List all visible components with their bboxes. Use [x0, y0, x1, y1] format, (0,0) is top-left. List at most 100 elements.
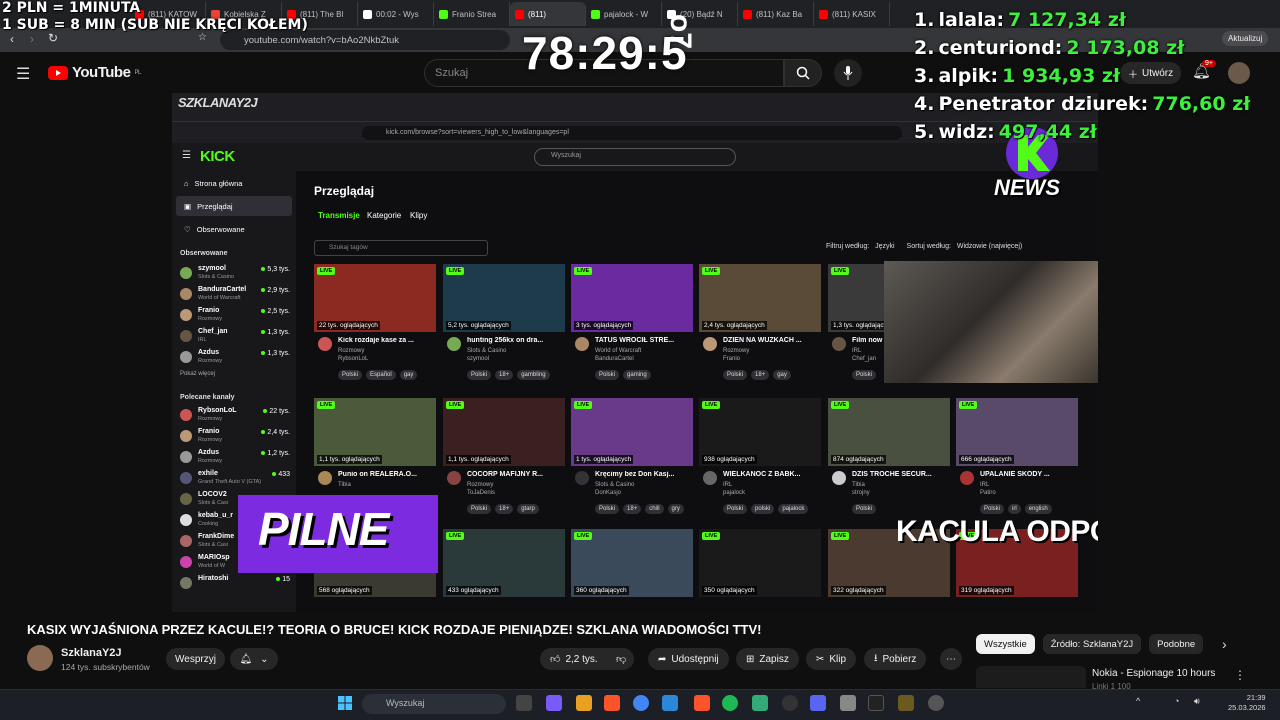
sidebar-channel[interactable]: Hiratoshi 15	[180, 575, 290, 595]
stream-title[interactable]: DZIŚ TROCHE SECUR...	[852, 471, 948, 478]
file-explorer-icon[interactable]	[576, 695, 592, 711]
browser-tab[interactable]: pajalock - W	[586, 2, 662, 26]
stream-title[interactable]: Kręcimy bez Don Kasj...	[595, 471, 691, 478]
chip-all[interactable]: Wszystkie	[976, 634, 1035, 654]
browser-tab[interactable]: 00:02 - Wys	[358, 2, 434, 26]
sidebar-channel[interactable]: Franio Rozmowy 2,5 tys.	[180, 307, 290, 327]
stream-card[interactable]: LIVE 350 oglądających	[699, 529, 821, 597]
stream-card[interactable]: LIVE 666 oglądających UPALANIE SKODY ... IR…	[956, 398, 1078, 514]
sidebar-channel[interactable]: Chef_jan IRL 1,3 tys.	[180, 328, 290, 348]
brave-beta-icon[interactable]	[694, 695, 710, 711]
youtube-logo[interactable]: YouTube PL	[48, 64, 141, 81]
discord-icon[interactable]	[810, 695, 826, 711]
stream-title[interactable]: WIELKANOC Z BABK...	[723, 471, 819, 478]
voice-search-button[interactable]	[834, 59, 862, 87]
calculator-icon[interactable]	[840, 695, 856, 711]
stream-thumbnail[interactable]: LIVE 360 oglądających	[571, 529, 693, 597]
stream-card[interactable]: LIVE 938 oglądających WIELKANOC Z BABK... I…	[699, 398, 821, 514]
stream-title[interactable]: TATUŚ WRÓCIŁ STRE...	[595, 337, 691, 344]
streamer-avatar[interactable]	[832, 471, 846, 485]
streamer-avatar[interactable]	[960, 471, 974, 485]
kick-menu-icon[interactable]: ☰	[182, 150, 191, 161]
tag-chip[interactable]: Polski	[467, 370, 492, 380]
copilot-icon[interactable]	[546, 695, 562, 711]
settings-icon[interactable]	[928, 695, 944, 711]
tag-chip[interactable]: Polski	[595, 370, 620, 380]
system-clock[interactable]: 21:39 25.03.2026	[1228, 693, 1266, 713]
streamer-avatar[interactable]	[447, 471, 461, 485]
tag-chip[interactable]: irl	[1008, 504, 1021, 514]
nav-following[interactable]: ♡ Obserwowane	[176, 219, 292, 239]
tag-chip[interactable]: gambling	[517, 370, 550, 380]
stream-thumbnail[interactable]: LIVE 22 tys. oglądających	[314, 264, 436, 332]
tag-chip[interactable]: Polski	[980, 504, 1005, 514]
tag-chip[interactable]: Polski	[338, 370, 363, 380]
more-actions-button[interactable]: ⋯	[940, 648, 962, 670]
obs-icon[interactable]	[782, 695, 798, 711]
stream-card[interactable]: LIVE 22 tys. oglądających Kick rozdaje kas…	[314, 264, 436, 380]
recommended-title[interactable]: Nokia - Espionage 10 hours	[1092, 668, 1215, 679]
wifi-icon[interactable]: ◔	[1174, 696, 1179, 706]
support-button[interactable]: Wesprzyj	[166, 648, 225, 670]
stream-thumbnail[interactable]: LIVE 1,1 tys. oglądających	[443, 398, 565, 466]
tag-chip[interactable]: polski	[751, 504, 775, 514]
stream-thumbnail[interactable]: LIVE 1,1 tys. oglądających	[314, 398, 436, 466]
stream-thumbnail[interactable]: LIVE 874 oglądających	[828, 398, 950, 466]
streamer-avatar[interactable]	[318, 337, 332, 351]
tag-chip[interactable]: Polski	[852, 370, 877, 380]
clip-button[interactable]: ✂ Klip	[806, 648, 857, 670]
stream-thumbnail[interactable]: LIVE 350 oglądających	[699, 529, 821, 597]
search-button[interactable]	[784, 59, 822, 87]
spotify-icon[interactable]	[722, 695, 738, 711]
tag-chip[interactable]: chill	[645, 504, 664, 514]
stream-title[interactable]: UPALANIE SKODY ...	[980, 471, 1076, 478]
stream-title[interactable]: hunting 256kx on dra...	[467, 337, 563, 344]
share-button[interactable]: ➦ Udostępnij	[648, 648, 729, 670]
tag-chip[interactable]: 18+	[751, 370, 770, 380]
chrome-icon[interactable]	[633, 695, 649, 711]
sidebar-channel[interactable]: BanduraCartel World of Warcraft 2,9 tys.	[180, 286, 290, 306]
streamer-avatar[interactable]	[703, 337, 717, 351]
channel-avatar[interactable]	[27, 645, 53, 671]
tab-streams[interactable]: Transmisje	[318, 211, 360, 220]
stream-title[interactable]: Punio on REALERA.O...	[338, 471, 434, 478]
tag-chip[interactable]: gay	[773, 370, 791, 380]
app-icon[interactable]	[868, 695, 884, 711]
sidebar-channel[interactable]: RybsonLoL Rozmowy 22 tys.	[180, 407, 290, 427]
stream-card[interactable]: LIVE 874 oglądających DZIŚ TROCHE SECUR...…	[828, 398, 950, 514]
stream-card[interactable]: LIVE 5,2 tys. oglądających hunting 256kx o…	[443, 264, 565, 380]
stream-title[interactable]: Kick rozdaje kase za ...	[338, 337, 434, 344]
like-button[interactable]: 👍︎ 2,2 tys.	[540, 648, 608, 670]
subscription-bell-dropdown[interactable]: 🔔︎ ⌄	[230, 648, 278, 670]
tag-chip[interactable]: pajalock	[778, 504, 809, 514]
stream-thumbnail[interactable]: LIVE 666 oglądających	[956, 398, 1078, 466]
streamer-avatar[interactable]	[575, 471, 589, 485]
dislike-button[interactable]: 👎︎	[608, 648, 635, 670]
windows-start-icon[interactable]	[338, 696, 352, 710]
sidebar-channel[interactable]: szymool Slots & Casino 5,3 tys.	[180, 265, 290, 285]
task-view-icon[interactable]	[516, 695, 532, 711]
save-button[interactable]: ⊞ Zapisz	[736, 648, 799, 670]
tag-chip[interactable]: Español	[366, 370, 396, 380]
tag-chip[interactable]: Polski	[723, 370, 748, 380]
edge-icon[interactable]	[662, 695, 678, 711]
stream-title[interactable]: DZIEŃ NA WUZKACH ...	[723, 337, 819, 344]
tab-categories[interactable]: Kategorie	[367, 211, 401, 220]
stream-card[interactable]: LIVE 433 oglądających	[443, 529, 565, 597]
stream-thumbnail[interactable]: LIVE 3 tys. oglądających	[571, 264, 693, 332]
video-player[interactable]: SZKLANAY2J kick.com/browse?sort=viewers_…	[172, 93, 1098, 612]
tab-clips[interactable]: Klipy	[410, 211, 427, 220]
browser-tab[interactable]: (811) KASIX	[814, 2, 890, 26]
tag-search-input[interactable]: Szukaj tagów	[314, 240, 488, 256]
download-button[interactable]: ⭳ Pobierz	[864, 648, 927, 670]
stream-card[interactable]: LIVE 360 oglądających	[571, 529, 693, 597]
chip-similar[interactable]: Podobne	[1149, 634, 1204, 654]
kick-logo[interactable]: KICK	[200, 148, 235, 165]
brave-icon[interactable]	[604, 695, 620, 711]
tray-chevron-icon[interactable]: ^	[1136, 696, 1140, 706]
forward-icon[interactable]: ›	[30, 32, 34, 46]
tag-chip[interactable]: gtarp	[517, 504, 539, 514]
tag-chip[interactable]: english	[1024, 504, 1052, 514]
tag-chip[interactable]: Polski	[723, 504, 748, 514]
kick-search-input[interactable]: Wyszukaj	[534, 148, 736, 166]
